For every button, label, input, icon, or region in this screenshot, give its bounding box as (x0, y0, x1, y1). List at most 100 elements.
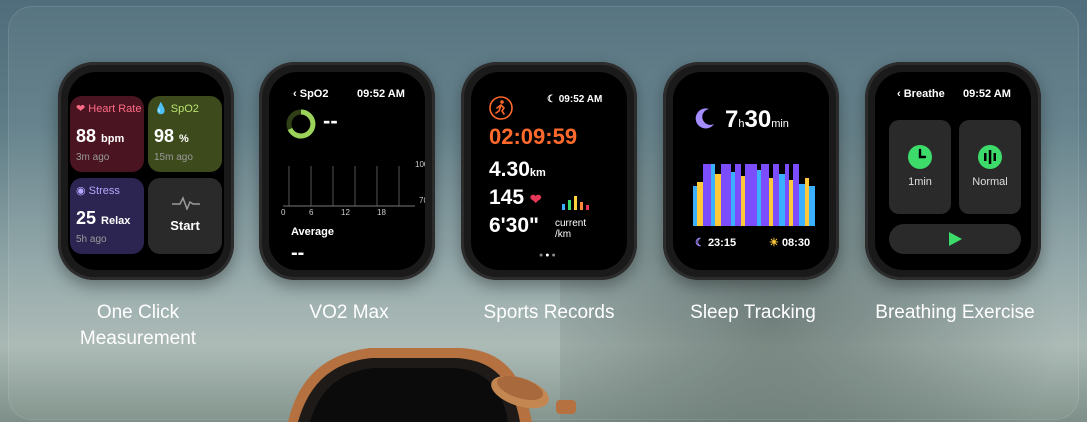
x-tick-label: 12 (341, 208, 350, 217)
sleep-hours: 7 (725, 106, 739, 133)
average-label: Average (291, 226, 335, 238)
watch-breathing-exercise: ‹ Breathe 09:52 AM 1min Normal (865, 62, 1041, 280)
mode-label: Normal (972, 176, 1008, 188)
caption-line: Sleep Tracking (690, 302, 816, 323)
stress-unit: Relax (101, 215, 131, 227)
pace-label-current: current (555, 218, 587, 229)
waketime-row: ☀ 08:30 (769, 236, 810, 249)
duration-button[interactable]: 1min (889, 120, 951, 214)
sleep-minutes-unit: min (771, 118, 789, 130)
clock-time: 09:52 AM (963, 88, 1011, 100)
heart-rate-label: Heart Rate (88, 103, 142, 115)
ring-icon (286, 109, 316, 139)
caption-line: One Click (96, 302, 180, 323)
watch-screen: ‹ Breathe 09:52 AM 1min Normal (875, 72, 1031, 270)
back-label: SpO2 (299, 88, 329, 100)
start-button[interactable]: Start (148, 178, 222, 254)
chevron-left-icon: ‹ (897, 88, 901, 100)
moon-icon: ☾ (695, 237, 705, 249)
stress-title: ◉ Stress (76, 184, 120, 197)
stress-time: 5h ago (76, 234, 107, 245)
start-label: Start (170, 218, 200, 233)
stress-number: 25 (76, 208, 97, 228)
stress-label: Stress (88, 185, 120, 197)
caption-breathing-exercise: Breathing Exercise (855, 300, 1055, 326)
waketime-value: 08:30 (781, 237, 811, 249)
watch-one-click-measurement: ❤ Heart Rate 88 bpm 3m ago 💧 SpO2 98 % 1… (58, 62, 234, 280)
average-value: -- (291, 242, 305, 264)
caption-line: Sports Records (483, 302, 615, 323)
x-tick-label: 0 (281, 208, 286, 217)
play-icon (949, 232, 962, 246)
y-tick-label: 70 (419, 196, 425, 205)
pace-label: current /km (555, 218, 586, 240)
spo2-time: 15m ago (154, 152, 193, 163)
reading-value: -- (323, 108, 338, 133)
reading-chart (283, 166, 415, 207)
chevron-left-icon: ‹ (293, 88, 297, 100)
stress-icon: ◉ (76, 185, 86, 197)
clock-time-row: ☾ 09:52 AM (547, 94, 602, 105)
x-tick-label: 18 (377, 208, 386, 217)
caption-line: VO2 Max (309, 302, 389, 323)
spo2-label: SpO2 (170, 103, 199, 115)
bedtime-value: 23:15 (707, 237, 737, 249)
spo2-value: 98 % (154, 126, 189, 147)
clock-time: 09:52 AM (357, 88, 405, 100)
distance-unit: km (529, 167, 546, 179)
back-label: Breathe (903, 88, 945, 100)
watch-vo2-max: ‹ SpO2 09:52 AM -- 100 70 0 6 12 18 Aver… (259, 62, 435, 280)
spo2-title: 💧 SpO2 (154, 102, 199, 115)
moon-icon: ☾ (547, 94, 556, 105)
heart-rate-tile[interactable]: ❤ Heart Rate 88 bpm 3m ago (70, 96, 144, 172)
watch-screen: z 7h30min ☾ 23:15 ☀ 08:30 (673, 72, 829, 270)
heart-rate-title: ❤ Heart Rate (76, 102, 141, 115)
spo2-number: 98 (154, 126, 175, 146)
clock-icon (908, 145, 932, 169)
pace-value: 6'30" (489, 214, 539, 237)
bedtime-row: ☾ 23:15 (695, 236, 736, 249)
play-button[interactable] (889, 224, 1021, 254)
pace-label-unit: /km (555, 229, 572, 240)
heart-icon: ❤ (76, 103, 86, 115)
caption-one-click-measurement: One Click Measurement (48, 300, 228, 352)
heart-row: 145 ❤ (489, 186, 542, 210)
heart-rate-value: 88 bpm (76, 126, 124, 147)
heart-icon: ❤ (529, 191, 542, 207)
bars-icon (562, 196, 589, 210)
caption-vo2-max: VO2 Max (259, 300, 439, 326)
drop-icon: 💧 (154, 103, 168, 115)
caption-line: Breathing Exercise (875, 302, 1035, 323)
back-button[interactable]: ‹ Breathe (897, 88, 945, 100)
back-button[interactable]: ‹ SpO2 (293, 88, 328, 100)
heart-rate-number: 88 (76, 126, 97, 146)
caption-line: Measurement (79, 328, 197, 349)
stress-value: 25 Relax (76, 208, 130, 229)
watch-screen: ❤ Heart Rate 88 bpm 3m ago 💧 SpO2 98 % 1… (68, 72, 224, 270)
sleep-minutes: 30 (744, 106, 772, 133)
page-indicator: ●●● (539, 252, 558, 259)
y-tick-label: 100 (415, 160, 425, 169)
watch-screen: ‹ SpO2 09:52 AM -- 100 70 0 6 12 18 Aver… (269, 72, 425, 270)
runner-icon (489, 96, 513, 120)
x-tick-label: 6 (309, 208, 314, 217)
svg-text:z: z (702, 113, 706, 120)
sun-icon: ☀ (769, 237, 779, 249)
watch-screen: ☾ 09:52 AM 02:09:59 4.30km 145 ❤ 6'30" c… (471, 72, 627, 270)
distance-row: 4.30km (489, 158, 546, 182)
mode-button[interactable]: Normal (959, 120, 1021, 214)
spo2-tile[interactable]: 💧 SpO2 98 % 15m ago (148, 96, 222, 172)
clock-time: 09:52 AM (558, 94, 603, 105)
watch-sports-records: ☾ 09:52 AM 02:09:59 4.30km 145 ❤ 6'30" c… (461, 62, 637, 280)
workout-duration: 02:09:59 (489, 124, 578, 149)
duration-label: 1min (908, 176, 932, 188)
spo2-unit: % (179, 133, 189, 145)
sleep-stage-graph (693, 164, 815, 226)
sleep-duration: 7h30min (725, 106, 789, 134)
heart-rate-unit: bpm (101, 133, 125, 145)
breath-wave-icon (978, 145, 1002, 169)
caption-sleep-tracking: Sleep Tracking (663, 300, 843, 326)
watch-product-image (288, 348, 576, 422)
stress-tile[interactable]: ◉ Stress 25 Relax 5h ago (70, 178, 144, 254)
heart-value: 145 (489, 186, 525, 209)
